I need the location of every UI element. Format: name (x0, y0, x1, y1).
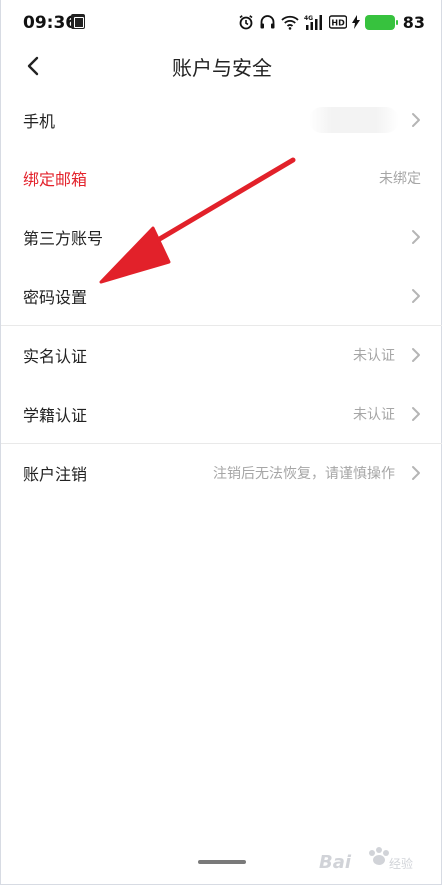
hd-icon: HD (328, 15, 347, 29)
list-item-third-party[interactable]: 第三方账号 (1, 208, 442, 266)
chevron-right-icon (412, 289, 420, 303)
item-label: 实名认证 (23, 347, 88, 366)
chevron-right-icon (412, 230, 420, 244)
list-item-phone[interactable]: 手机 (1, 91, 442, 149)
notification-app-icon (71, 14, 85, 29)
item-value: 未认证 (353, 407, 395, 423)
item-label: 账户注销 (23, 465, 88, 484)
chevron-right-icon (412, 348, 420, 362)
item-label: 学籍认证 (23, 406, 88, 425)
app-frame: 09:36 4G HD 83 账户与安全 手机 绑定邮箱 未绑定 第三方账号 密… (0, 0, 442, 885)
list-item-student[interactable]: 学籍认证 未认证 (1, 385, 442, 443)
page-title: 账户与安全 (172, 56, 272, 80)
battery-level: 83 (402, 12, 425, 32)
phone-number-blurred (309, 107, 399, 133)
home-indicator[interactable] (198, 860, 246, 864)
chevron-right-icon (412, 407, 420, 421)
item-value: 未认证 (353, 348, 395, 364)
chevron-right-icon (412, 466, 420, 480)
svg-text:Bai: Bai (319, 852, 352, 873)
wifi-icon (281, 15, 299, 30)
battery-icon (364, 14, 398, 30)
baidu-watermark-icon: Bai 经验 (319, 847, 413, 873)
chevron-right-icon (412, 113, 420, 127)
svg-text:HD: HD (331, 19, 345, 28)
list-item-bind-email[interactable]: 绑定邮箱 未绑定 (1, 149, 442, 207)
headphones-icon (260, 15, 275, 29)
status-icons: 4G HD 83 (238, 12, 425, 32)
item-value: 未绑定 (379, 171, 421, 187)
nav-header: 账户与安全 (1, 46, 442, 86)
status-bar: 09:36 4G HD 83 (1, 0, 442, 46)
list-item-cancel-account[interactable]: 账户注销 注销后无法恢复，请谨慎操作 (1, 444, 442, 502)
charging-icon (351, 15, 360, 29)
status-time: 09:36 (23, 13, 78, 33)
list-item-password[interactable]: 密码设置 (1, 267, 442, 325)
alarm-icon (239, 15, 253, 30)
svg-text:4G: 4G (304, 15, 313, 22)
list-item-realname[interactable]: 实名认证 未认证 (1, 326, 442, 384)
item-label: 绑定邮箱 (23, 170, 88, 189)
svg-text:经验: 经验 (389, 856, 413, 871)
item-label: 第三方账号 (23, 229, 104, 248)
item-label: 手机 (23, 112, 56, 131)
item-value: 注销后无法恢复，请谨慎操作 (213, 466, 395, 482)
item-label: 密码设置 (23, 288, 88, 307)
signal-4g-icon: 4G (304, 15, 322, 30)
battery-indicator: 83 (364, 12, 425, 32)
